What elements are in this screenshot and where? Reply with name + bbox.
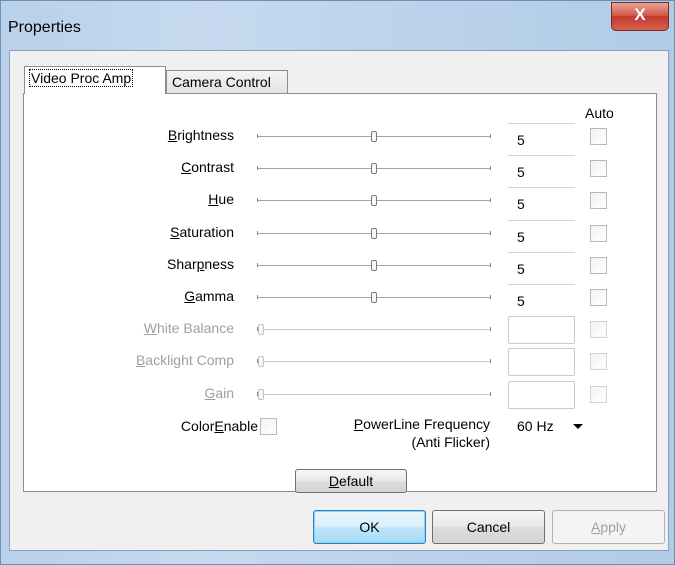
hue-slider-thumb[interactable] [371, 195, 377, 206]
contrast-value[interactable]: 5 [508, 155, 575, 183]
gamma-slider-tick [257, 295, 258, 299]
hue-slider-tick [257, 198, 258, 202]
brightness-value[interactable]: 5 [508, 123, 575, 151]
auto-column-header: Auto [585, 105, 614, 121]
close-icon: X [634, 5, 646, 24]
apply-button: Apply [552, 510, 665, 544]
contrast-slider-tick [257, 166, 258, 170]
saturation-auto-checkbox[interactable] [590, 225, 607, 242]
white-balance-label: White Balance [143, 320, 234, 336]
saturation-slider-tick [490, 231, 491, 235]
cancel-button[interactable]: Cancel [432, 510, 545, 544]
gain-value [508, 381, 575, 409]
default-button[interactable]: Default [295, 469, 407, 493]
window-title: Properties [8, 19, 81, 36]
saturation-slider-tick [257, 231, 258, 235]
gain-slider-tick [490, 392, 491, 396]
white-balance-slider-tick [490, 327, 491, 331]
backlight-comp-slider-tick [490, 359, 491, 363]
brightness-slider-thumb[interactable] [371, 131, 377, 142]
gamma-slider-thumb[interactable] [371, 292, 377, 303]
powerline-frequency-value: 60 Hz [517, 418, 554, 434]
sharpness-value[interactable]: 5 [508, 252, 575, 280]
cancel-button-label: Cancel [466, 519, 511, 535]
gamma-label: Gamma [184, 288, 234, 304]
tab-label: Video Proc Amp [28, 69, 134, 87]
sharpness-slider-thumb[interactable] [371, 260, 377, 271]
sharpness-label: Sharpness [167, 256, 234, 272]
backlight-comp-value [508, 348, 575, 376]
brightness-label: Brightness [167, 127, 234, 143]
brightness-slider-tick [490, 134, 491, 138]
white-balance-slider-track[interactable] [257, 329, 490, 330]
hue-auto-checkbox[interactable] [590, 192, 607, 209]
gain-auto-checkbox [590, 386, 607, 403]
close-button[interactable]: X [611, 2, 669, 31]
color-enable-label: ColorEnable [180, 418, 258, 434]
ok-button-label: OK [359, 519, 380, 535]
contrast-label: Contrast [181, 159, 234, 175]
default-button-label: Default [328, 473, 374, 489]
sharpness-slider-tick [490, 263, 491, 267]
contrast-slider-tick [490, 166, 491, 170]
apply-button-label: Apply [590, 519, 627, 535]
backlight-comp-label: Backlight Comp [135, 352, 234, 368]
tab-camera-control[interactable]: Camera Control [166, 70, 288, 94]
hue-value[interactable]: 5 [508, 187, 575, 215]
hue-slider-tick [490, 198, 491, 202]
gain-slider-track[interactable] [257, 394, 490, 395]
powerline-frequency-sublabel: (Anti Flicker) [411, 434, 490, 450]
tab-video-proc-amp[interactable]: Video Proc Amp [24, 66, 166, 94]
saturation-value[interactable]: 5 [508, 220, 575, 248]
gamma-auto-checkbox[interactable] [590, 289, 607, 306]
contrast-auto-checkbox[interactable] [590, 160, 607, 177]
tab-label: Camera Control [172, 74, 271, 90]
backlight-comp-auto-checkbox [590, 353, 607, 370]
gamma-value[interactable]: 5 [508, 284, 575, 312]
ok-button[interactable]: OK [313, 510, 426, 544]
sharpness-auto-checkbox[interactable] [590, 257, 607, 274]
chevron-down-icon [573, 424, 583, 429]
powerline-frequency-select[interactable]: 60 Hz [508, 414, 589, 438]
gamma-slider-tick [490, 295, 491, 299]
powerline-frequency-label: PowerLine Frequency [353, 416, 490, 432]
white-balance-auto-checkbox [590, 321, 607, 338]
contrast-slider-thumb[interactable] [371, 163, 377, 174]
backlight-comp-slider-thumb [258, 356, 264, 367]
backlight-comp-slider-track[interactable] [257, 361, 490, 362]
brightness-slider-tick [257, 134, 258, 138]
white-balance-slider-thumb [258, 324, 264, 335]
gain-label: Gain [204, 385, 234, 401]
brightness-auto-checkbox[interactable] [590, 128, 607, 145]
hue-label: Hue [208, 191, 234, 207]
saturation-label: Saturation [170, 224, 234, 240]
saturation-slider-thumb[interactable] [371, 228, 377, 239]
white-balance-value [508, 316, 575, 344]
sharpness-slider-tick [257, 263, 258, 267]
gain-slider-thumb [258, 389, 264, 400]
color-enable-checkbox[interactable] [260, 418, 277, 435]
